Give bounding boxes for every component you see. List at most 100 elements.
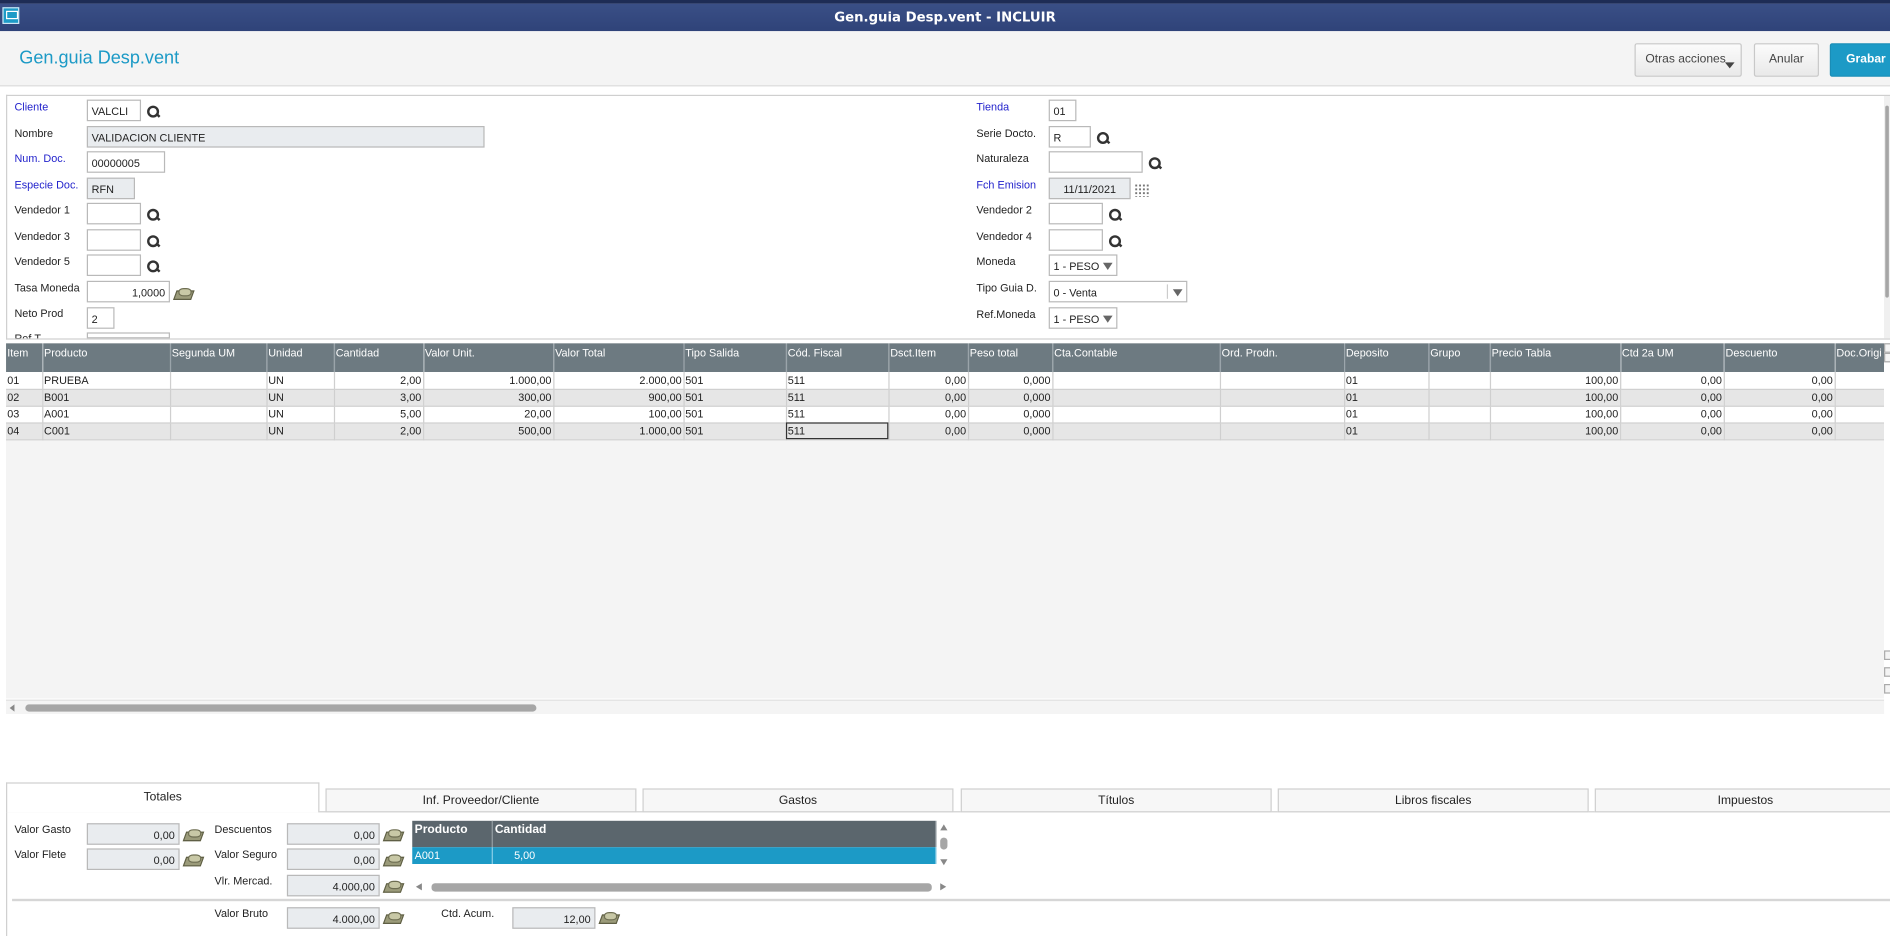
grid-cell[interactable]: 511 bbox=[785, 372, 889, 390]
grid-cell[interactable]: 01 bbox=[6, 372, 43, 390]
grid-header-cell[interactable]: Segunda UM bbox=[169, 343, 267, 372]
grid-header-cell[interactable]: Unidad bbox=[266, 343, 335, 372]
grid-cell[interactable]: 0,00 bbox=[888, 422, 969, 440]
fch-emision-field[interactable]: 11/11/2021 bbox=[1048, 177, 1131, 200]
grid-cell[interactable]: 0,00 bbox=[1620, 405, 1725, 424]
ref-t-field[interactable] bbox=[86, 332, 170, 339]
grid-cell[interactable] bbox=[1219, 372, 1345, 390]
calculator-icon[interactable] bbox=[385, 854, 402, 865]
calculator-icon[interactable] bbox=[175, 288, 192, 299]
grid-cell[interactable]: 0,000 bbox=[967, 372, 1053, 390]
grid-cell[interactable]: 100,00 bbox=[1489, 405, 1621, 424]
anular-button[interactable]: Anular bbox=[1753, 43, 1819, 77]
grid-cell[interactable] bbox=[1052, 405, 1221, 424]
scroll-left-icon[interactable] bbox=[415, 883, 422, 891]
naturaleza-field[interactable] bbox=[1048, 151, 1143, 173]
grid-cell[interactable]: 511 bbox=[785, 422, 889, 440]
mini-grid-horizontal-scrollbar[interactable] bbox=[412, 879, 952, 895]
tab-titulos[interactable]: Títulos bbox=[960, 788, 1272, 813]
table-row[interactable]: 02 B001 UN 3,00 300,00 900,00 501 511 0,00 0,000 0… bbox=[6, 388, 1885, 407]
valor-gasto-field[interactable]: 0,00 bbox=[86, 823, 180, 845]
grid-cell[interactable]: UN bbox=[266, 388, 335, 407]
grid-cell[interactable]: 100,00 bbox=[553, 405, 685, 424]
grid-header-cell[interactable]: Tipo Salida bbox=[683, 343, 787, 372]
vendedor3-search-icon[interactable] bbox=[146, 234, 160, 248]
grid-cell[interactable] bbox=[1428, 388, 1491, 407]
scroll-down-icon[interactable] bbox=[940, 859, 948, 866]
table-row[interactable]: 01 PRUEBA UN 2,00 1.000,00 2.000,00 501 511 0,00… bbox=[6, 372, 1885, 390]
grid-header-cell[interactable]: Valor Unit. bbox=[423, 343, 554, 372]
grid-cell[interactable]: 2,00 bbox=[333, 422, 424, 440]
mini-grid-header-cantidad[interactable]: Cantidad bbox=[491, 820, 936, 848]
grid-header-cell[interactable]: Cantidad bbox=[333, 343, 424, 372]
grid-cell[interactable]: 100,00 bbox=[1489, 388, 1621, 407]
grid-scroll-thumb[interactable] bbox=[25, 704, 537, 712]
grid-cell[interactable]: 0,00 bbox=[1723, 422, 1836, 440]
grid-horizontal-scrollbar[interactable] bbox=[6, 699, 1885, 714]
grid-header-cell[interactable]: Doc.Origi bbox=[1834, 343, 1885, 372]
grid-header-cell[interactable]: Item bbox=[6, 343, 43, 372]
vendedor3-field[interactable] bbox=[86, 229, 142, 251]
neto-prod-field[interactable]: 2 bbox=[86, 307, 115, 329]
nombre-field[interactable]: VALIDACION CLIENTE bbox=[86, 126, 485, 148]
table-row[interactable]: 03 A001 UN 5,00 20,00 100,00 501 511 0,00 0,000 01… bbox=[6, 405, 1885, 424]
grid-header-cell[interactable]: Peso total bbox=[967, 343, 1053, 372]
grid-cell[interactable] bbox=[1834, 388, 1885, 407]
grid-cell[interactable]: 500,00 bbox=[423, 422, 554, 440]
scroll-right-icon[interactable] bbox=[940, 883, 947, 891]
serie-docto-search-icon[interactable] bbox=[1096, 131, 1110, 145]
grid-header-cell[interactable]: Producto bbox=[42, 343, 171, 372]
mini-grid-cell[interactable]: 5,00 bbox=[491, 847, 936, 865]
serie-docto-field[interactable]: R bbox=[1048, 126, 1091, 148]
mini-grid-row[interactable]: A001 5,00 bbox=[412, 847, 936, 865]
calculator-icon[interactable] bbox=[184, 854, 202, 865]
calendar-icon[interactable] bbox=[1134, 183, 1150, 197]
grid-cell[interactable]: PRUEBA bbox=[42, 372, 171, 390]
grid-vertical-scrollbar[interactable] bbox=[1884, 343, 1890, 699]
grid-cell[interactable] bbox=[1052, 388, 1221, 407]
grid-cell[interactable]: 0,00 bbox=[888, 372, 969, 390]
grid-cell[interactable] bbox=[169, 422, 267, 440]
grid-cell[interactable] bbox=[1834, 405, 1885, 424]
grid-cell[interactable]: C001 bbox=[42, 422, 171, 440]
vendedor2-search-icon[interactable] bbox=[1108, 208, 1122, 222]
grid-cell[interactable]: 01 bbox=[1344, 422, 1430, 440]
grid-cell[interactable]: 900,00 bbox=[553, 388, 685, 407]
grid-cell[interactable]: 20,00 bbox=[423, 405, 554, 424]
grid-cell[interactable] bbox=[1219, 405, 1345, 424]
grid-cell[interactable]: UN bbox=[266, 422, 335, 440]
naturaleza-search-icon[interactable] bbox=[1148, 156, 1162, 170]
otras-acciones-button[interactable]: Otras acciones bbox=[1634, 43, 1742, 77]
valor-bruto-field[interactable]: 4.000,00 bbox=[286, 907, 380, 929]
grabar-button[interactable]: Grabar bbox=[1829, 43, 1890, 77]
ctd-acum-field[interactable]: 12,00 bbox=[512, 907, 596, 929]
grid-cell[interactable] bbox=[1834, 422, 1885, 440]
cliente-search-icon[interactable] bbox=[146, 104, 160, 118]
grid-cell[interactable]: 0,000 bbox=[967, 422, 1053, 440]
grid-header-cell[interactable]: Grupo bbox=[1428, 343, 1491, 372]
grid-cell[interactable] bbox=[1834, 372, 1885, 390]
tipo-guia-select[interactable]: 0 - Venta bbox=[1048, 280, 1188, 303]
vendedor4-search-icon[interactable] bbox=[1108, 234, 1122, 248]
tasa-moneda-field[interactable]: 1,0000 bbox=[86, 280, 170, 303]
vendedor1-field[interactable] bbox=[86, 202, 142, 225]
calculator-icon[interactable] bbox=[385, 912, 402, 923]
grid-cell[interactable]: 0,00 bbox=[1723, 405, 1836, 424]
grid-cell[interactable] bbox=[1219, 388, 1345, 407]
grid-cell[interactable]: 03 bbox=[6, 405, 43, 424]
grid-cell[interactable]: 5,00 bbox=[333, 405, 424, 424]
calculator-icon[interactable] bbox=[385, 829, 402, 840]
grid-cell[interactable]: 01 bbox=[1344, 388, 1430, 407]
descuentos-field[interactable]: 0,00 bbox=[286, 823, 380, 845]
grid-cell[interactable]: 501 bbox=[683, 422, 787, 440]
mini-grid-vertical-scrollbar[interactable] bbox=[936, 820, 952, 869]
grid-cell[interactable]: UN bbox=[266, 372, 335, 390]
grid-cell[interactable]: B001 bbox=[42, 388, 171, 407]
grid-cell[interactable]: 01 bbox=[1344, 405, 1430, 424]
mini-grid-cell[interactable]: A001 bbox=[412, 847, 493, 865]
vendedor2-field[interactable] bbox=[1048, 202, 1103, 225]
calculator-icon[interactable] bbox=[600, 912, 618, 923]
valor-flete-field[interactable]: 0,00 bbox=[86, 848, 180, 871]
grid-cell[interactable] bbox=[1052, 372, 1221, 390]
calculator-icon[interactable] bbox=[385, 880, 402, 892]
